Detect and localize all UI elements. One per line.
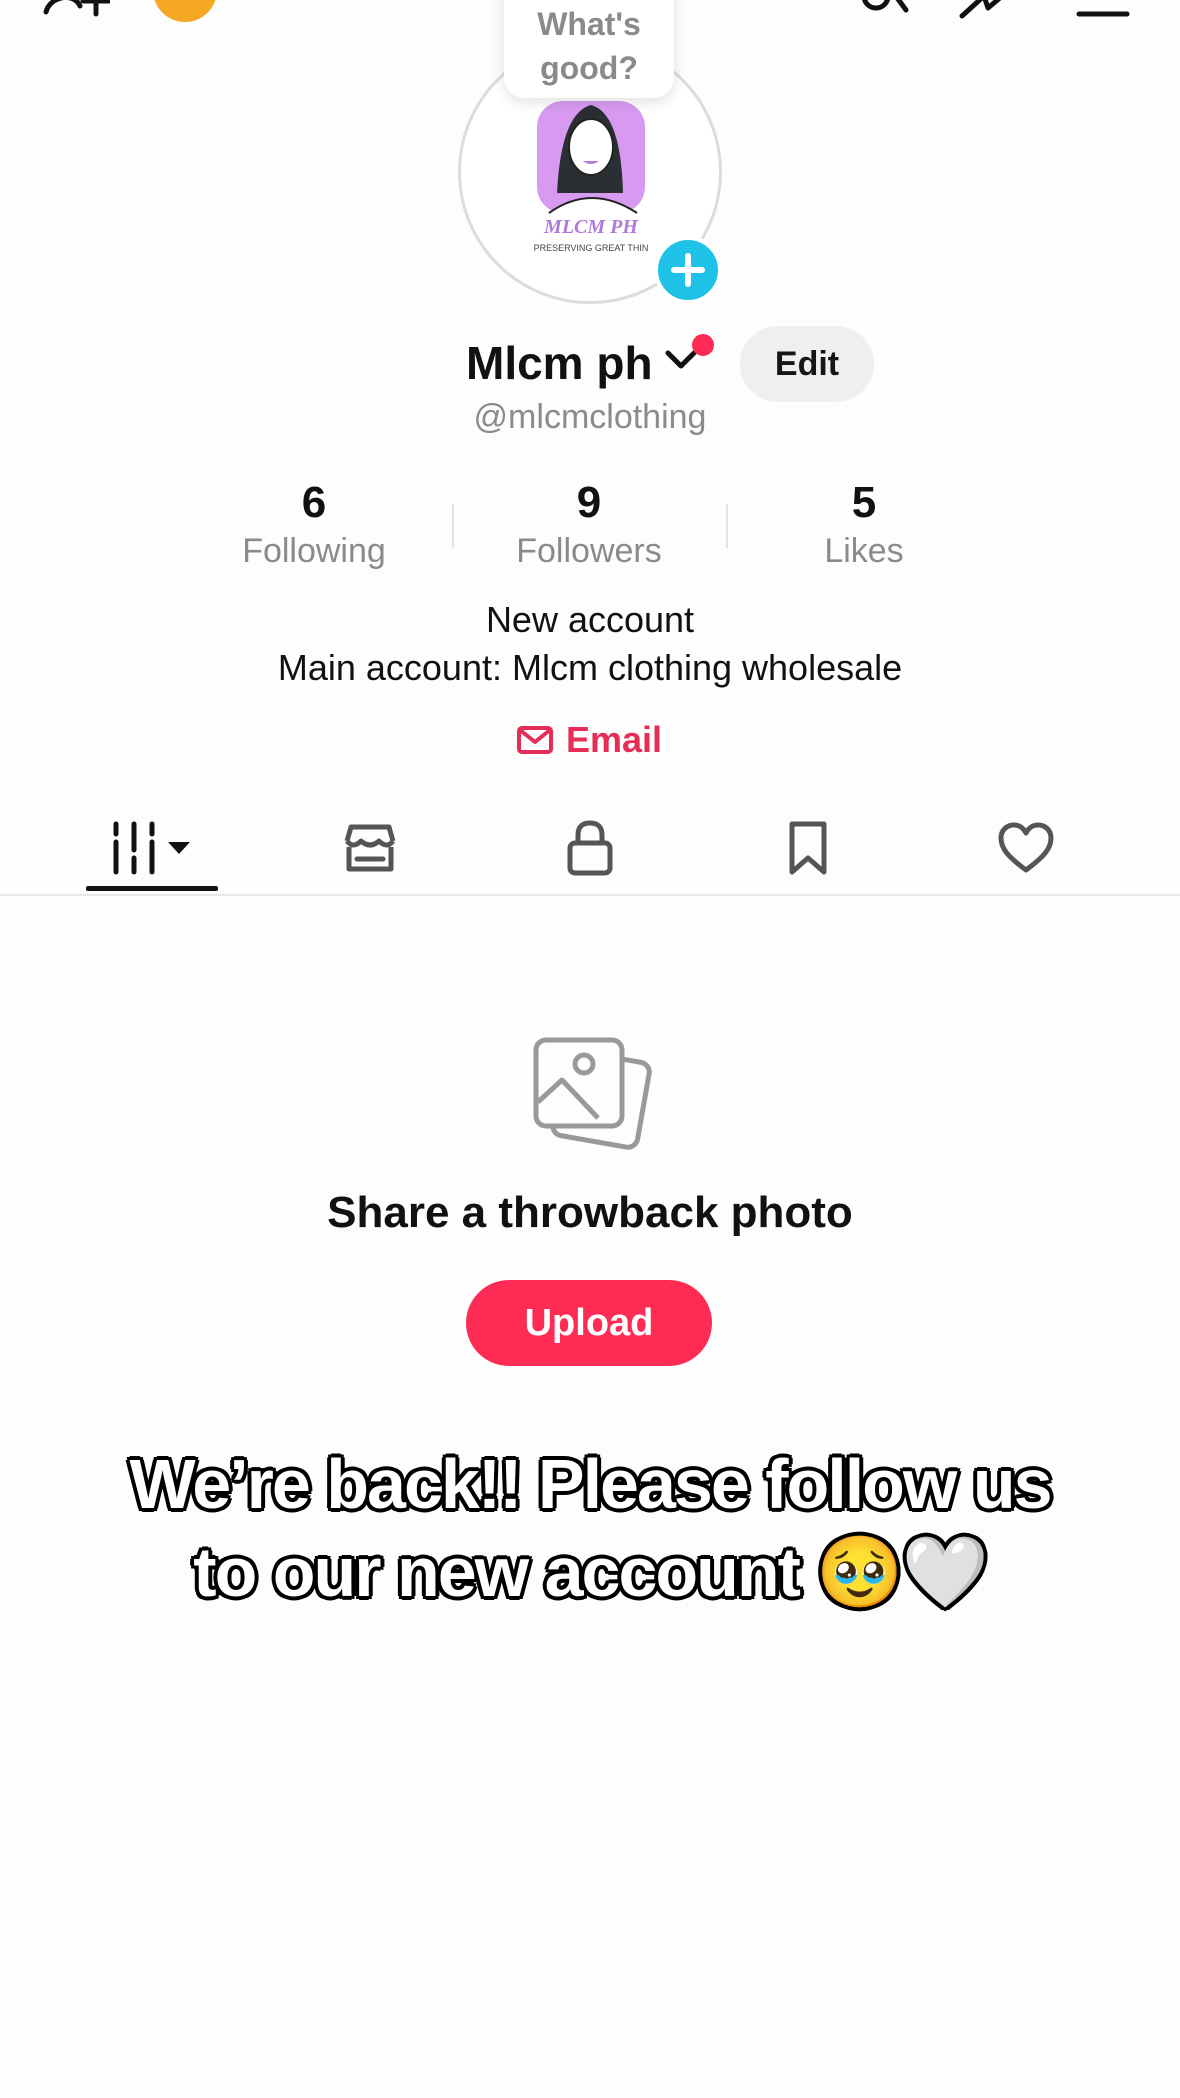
- add-friend-icon[interactable]: [40, 0, 112, 31]
- stat-divider: [726, 504, 728, 548]
- heart-icon: [998, 822, 1054, 873]
- shop-icon: [344, 824, 396, 872]
- mail-icon: [517, 726, 553, 754]
- profile-tabs: [0, 800, 1180, 896]
- note-bubble-line1: What's: [537, 6, 641, 42]
- tab-liked[interactable]: [976, 800, 1076, 896]
- plus-icon: [671, 253, 705, 287]
- stat-following[interactable]: 6 Following: [184, 478, 444, 574]
- email-label: Email: [566, 719, 663, 760]
- avatar-tagline-text: PRESERVING GREAT THIN: [534, 243, 649, 253]
- stats-row: 6 Following 9 Followers 5 Likes: [0, 478, 1180, 574]
- bookmark-icon: [789, 821, 827, 875]
- coin-icon[interactable]: [152, 0, 218, 29]
- stat-divider: [452, 504, 454, 548]
- menu-icon[interactable]: [1076, 6, 1130, 24]
- stat-likes[interactable]: 5 Likes: [734, 478, 994, 574]
- tab-saved[interactable]: [758, 800, 858, 896]
- stat-followers[interactable]: 9 Followers: [459, 478, 719, 574]
- tab-videos[interactable]: [86, 800, 218, 896]
- photos-icon: [528, 1034, 652, 1159]
- empty-state-title: Share a throwback photo: [327, 1188, 853, 1237]
- profile-handle: @mlcmclothing: [473, 398, 707, 436]
- caption-line2: to our new account 🥹🤍: [192, 1532, 990, 1613]
- stat-value: 9: [576, 478, 602, 527]
- videos-grid-icon: [113, 821, 190, 875]
- bio: New account Main account: Mlcm clothing …: [0, 596, 1180, 692]
- tab-private[interactable]: [540, 800, 640, 896]
- stat-value: 6: [301, 478, 327, 527]
- edit-profile-button[interactable]: Edit: [740, 326, 874, 402]
- caption-overlay: We’re back!! Please follow us to our new…: [60, 1440, 1120, 1616]
- name-row: Mlcm ph Edit: [0, 326, 1180, 402]
- bio-line2: Main account: Mlcm clothing wholesale: [277, 647, 903, 688]
- caption-line1: We’re back!! Please follow us: [128, 1444, 1054, 1525]
- add-avatar-button[interactable]: [654, 236, 722, 304]
- profile-name[interactable]: Mlcm ph: [466, 336, 653, 390]
- notification-dot: [692, 334, 714, 356]
- creator-tools-icon[interactable]: [856, 0, 912, 27]
- note-bubble-line2: good?: [540, 50, 638, 86]
- chevron-down-icon[interactable]: [664, 348, 698, 377]
- lock-icon: [567, 820, 613, 876]
- active-tab-indicator: [86, 886, 218, 891]
- bio-line1: New account: [485, 599, 695, 640]
- stat-label: Following: [242, 532, 386, 570]
- stat-label: Followers: [516, 532, 662, 570]
- stat-value: 5: [851, 478, 877, 527]
- tab-shop[interactable]: [320, 800, 420, 896]
- avatar-brand-text: MLCM PH: [543, 216, 639, 238]
- note-bubble[interactable]: What's good?: [504, 0, 674, 98]
- email-link[interactable]: Email: [516, 718, 662, 762]
- stat-label: Likes: [824, 532, 904, 570]
- share-icon[interactable]: [958, 0, 1018, 27]
- upload-button[interactable]: Upload: [466, 1280, 712, 1366]
